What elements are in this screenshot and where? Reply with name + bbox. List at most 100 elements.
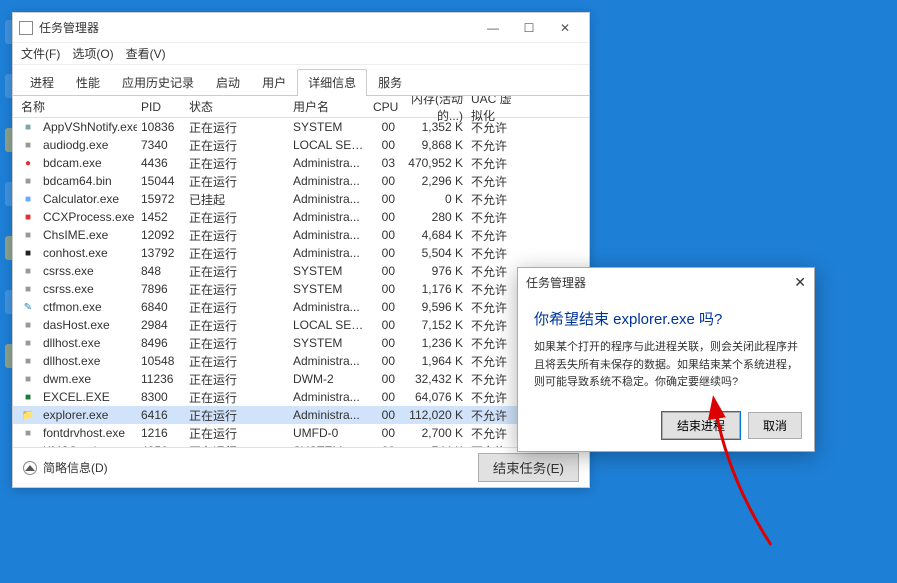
footer-bar: 简略信息(D) 结束任务(E) — [13, 447, 589, 487]
cell-memory: 4,684 K — [399, 228, 467, 242]
table-row[interactable]: ■Calculator.exe15972已挂起Administra...000 … — [13, 190, 589, 208]
window-title: 任务管理器 — [39, 19, 475, 36]
table-row[interactable]: ■CCXProcess.exe1452正在运行Administra...0028… — [13, 208, 589, 226]
col-cpu[interactable]: CPU — [369, 98, 399, 116]
cell-uac: 不允许 — [467, 227, 527, 244]
cell-pid: 10836 — [137, 120, 185, 134]
cell-name: ■AppVShNotify.exe — [17, 120, 137, 134]
tab-2[interactable]: 应用历史记录 — [111, 69, 205, 95]
process-icon: ■ — [21, 372, 35, 386]
table-row[interactable]: ■dllhost.exe10548正在运行Administra...001,96… — [13, 352, 589, 370]
end-process-button[interactable]: 结束进程 — [662, 412, 740, 439]
col-user[interactable]: 用户名 — [289, 96, 369, 117]
cell-uac: 不允许 — [467, 137, 527, 154]
table-row[interactable]: ■dwm.exe11236正在运行DWM-20032,432 K不允许 — [13, 370, 589, 388]
close-icon[interactable]: ✕ — [794, 274, 806, 291]
cell-user: UMFD-0 — [289, 426, 369, 440]
table-row[interactable]: ■audiodg.exe7340正在运行LOCAL SER...009,868 … — [13, 136, 589, 154]
cell-cpu: 00 — [369, 192, 399, 206]
tab-5[interactable]: 详细信息 — [297, 69, 367, 96]
cell-user: Administra... — [289, 156, 369, 170]
cell-cpu: 00 — [369, 264, 399, 278]
table-body[interactable]: ■AppVShNotify.exe10836正在运行SYSTEM001,352 … — [13, 118, 589, 447]
process-icon: ■ — [21, 426, 35, 440]
cell-memory: 9,596 K — [399, 300, 467, 314]
table-row[interactable]: ■dasHost.exe2984正在运行LOCAL SER...007,152 … — [13, 316, 589, 334]
cell-cpu: 00 — [369, 120, 399, 134]
table-row[interactable]: 📁explorer.exe6416正在运行Administra...00112,… — [13, 406, 589, 424]
cell-pid: 7896 — [137, 282, 185, 296]
process-icon: ■ — [21, 246, 35, 260]
dialog-titlebar[interactable]: 任务管理器 ✕ — [518, 268, 814, 296]
process-icon: ■ — [21, 210, 35, 224]
tab-6[interactable]: 服务 — [367, 69, 413, 95]
cell-memory: 1,964 K — [399, 354, 467, 368]
dialog-message: 如果某个打开的程序与此进程关联，则会关闭此程序并且将丢失所有未保存的数据。如果结… — [534, 339, 798, 392]
cell-status: 正在运行 — [185, 227, 289, 244]
menu-options[interactable]: 选项(O) — [72, 45, 113, 62]
chevron-up-icon — [23, 461, 37, 475]
end-task-button[interactable]: 结束任务(E) — [478, 453, 579, 482]
table-row[interactable]: ■csrss.exe848正在运行SYSTEM00976 K不允许 — [13, 262, 589, 280]
cell-pid: 1452 — [137, 210, 185, 224]
table-row[interactable]: ●bdcam.exe4436正在运行Administra...03470,952… — [13, 154, 589, 172]
cell-name: ■EXCEL.EXE — [17, 390, 137, 404]
tab-1[interactable]: 性能 — [65, 69, 111, 95]
cell-name: ✎ctfmon.exe — [17, 300, 137, 314]
table-row[interactable]: ■fontdrvhost.exe1216正在运行UMFD-0002,700 K不… — [13, 424, 589, 442]
confirm-dialog: 任务管理器 ✕ 你希望结束 explorer.exe 吗? 如果某个打开的程序与… — [517, 267, 815, 452]
table-row[interactable]: ■AppVShNotify.exe10836正在运行SYSTEM001,352 … — [13, 118, 589, 136]
tab-3[interactable]: 启动 — [205, 69, 251, 95]
cell-uac: 不允许 — [467, 119, 527, 136]
table-row[interactable]: ■EXCEL.EXE8300正在运行Administra...0064,076 … — [13, 388, 589, 406]
cell-status: 正在运行 — [185, 173, 289, 190]
table-row[interactable]: ■conhost.exe13792正在运行Administra...005,50… — [13, 244, 589, 262]
table-row[interactable]: ■csrss.exe7896正在运行SYSTEM001,176 K不允许 — [13, 280, 589, 298]
col-pid[interactable]: PID — [137, 98, 185, 116]
desktop: 任务管理器 — ☐ ✕ 文件(F) 选项(O) 查看(V) 进程性能应用历史记录… — [0, 0, 897, 583]
cell-pid: 2984 — [137, 318, 185, 332]
process-icon: ■ — [21, 318, 35, 332]
cell-pid: 8496 — [137, 336, 185, 350]
table-row[interactable]: ✎ctfmon.exe6840正在运行Administra...009,596 … — [13, 298, 589, 316]
cell-status: 正在运行 — [185, 389, 289, 406]
cell-user: Administra... — [289, 174, 369, 188]
cell-cpu: 00 — [369, 426, 399, 440]
process-name: EXCEL.EXE — [43, 390, 110, 404]
col-status[interactable]: 状态 — [185, 96, 289, 117]
cell-uac: 不允许 — [467, 173, 527, 190]
process-icon: ■ — [21, 120, 35, 134]
cell-pid: 12092 — [137, 228, 185, 242]
menu-view[interactable]: 查看(V) — [126, 45, 166, 62]
cancel-button[interactable]: 取消 — [748, 412, 802, 439]
cell-cpu: 00 — [369, 318, 399, 332]
titlebar[interactable]: 任务管理器 — ☐ ✕ — [13, 13, 589, 43]
process-icon: ■ — [21, 282, 35, 296]
cell-memory: 1,236 K — [399, 336, 467, 350]
cell-user: Administra... — [289, 408, 369, 422]
tab-4[interactable]: 用户 — [251, 69, 297, 95]
col-name[interactable]: 名称 — [17, 96, 137, 117]
maximize-button[interactable]: ☐ — [511, 15, 547, 41]
cell-pid: 4436 — [137, 156, 185, 170]
table-row[interactable]: ■bdcam64.bin15044正在运行Administra...002,29… — [13, 172, 589, 190]
tab-0[interactable]: 进程 — [19, 69, 65, 95]
close-button[interactable]: ✕ — [547, 15, 583, 41]
cell-status: 已挂起 — [185, 191, 289, 208]
minimize-button[interactable]: — — [475, 15, 511, 41]
menu-file[interactable]: 文件(F) — [21, 45, 60, 62]
cell-user: LOCAL SER... — [289, 138, 369, 152]
cell-pid: 7340 — [137, 138, 185, 152]
process-name: ChsIME.exe — [43, 228, 108, 242]
cell-pid: 13792 — [137, 246, 185, 260]
table-row[interactable]: ■ChsIME.exe12092正在运行Administra...004,684… — [13, 226, 589, 244]
process-icon: ■ — [21, 192, 35, 206]
cell-pid: 10548 — [137, 354, 185, 368]
table-row[interactable]: ■dllhost.exe8496正在运行SYSTEM001,236 K不允许 — [13, 334, 589, 352]
cell-user: Administra... — [289, 192, 369, 206]
cell-status: 正在运行 — [185, 209, 289, 226]
fewer-details[interactable]: 简略信息(D) — [23, 459, 108, 476]
cell-status: 正在运行 — [185, 425, 289, 442]
cell-pid: 15044 — [137, 174, 185, 188]
cell-cpu: 00 — [369, 174, 399, 188]
